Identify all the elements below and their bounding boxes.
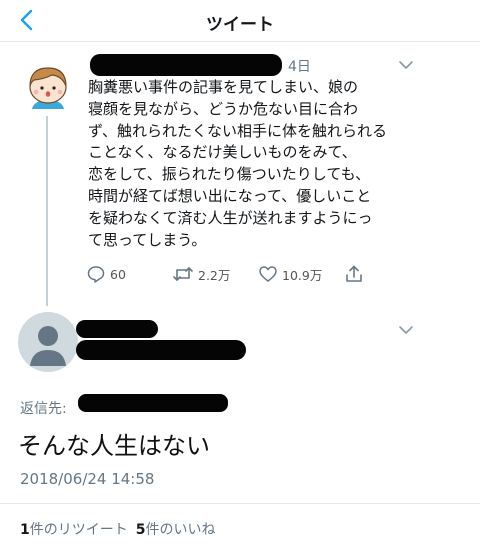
like-count: 10.9万 [282, 267, 323, 283]
reply-text: そんな人生はない [18, 432, 210, 460]
like-stat-label: 件のいいね [145, 522, 216, 538]
like-stat-count: 5 [135, 522, 146, 538]
reply-count: 60 [110, 266, 126, 282]
chevron-down-icon[interactable] [398, 325, 414, 335]
redacted-replier-name [76, 320, 158, 338]
divider [0, 503, 480, 504]
default-profile-icon [30, 326, 66, 366]
reply-icon [87, 266, 105, 283]
retweets-stat-link[interactable]: 1件のリツイート [20, 522, 128, 538]
thread-connector-line [46, 116, 48, 306]
redacted-replier-handle [76, 340, 246, 360]
retweet-button[interactable]: 2.2万 [172, 264, 230, 284]
reply-button[interactable]: 60 [86, 264, 126, 284]
tweet-time: 4日 [288, 59, 311, 75]
retweet-icon [173, 267, 193, 281]
share-icon [346, 265, 362, 282]
reply-timestamp: 2018/06/24 14:58 [20, 470, 155, 488]
like-button[interactable]: 10.9万 [258, 264, 322, 284]
reply-to-label: 返信先: [20, 401, 67, 417]
replier-avatar[interactable] [18, 312, 78, 372]
page-title: ツイート [206, 15, 274, 35]
redacted-author-name [90, 54, 282, 76]
redacted-reply-to-handle [78, 394, 228, 412]
share-button[interactable] [344, 264, 364, 284]
heart-icon [259, 266, 277, 282]
retweet-count: 2.2万 [198, 267, 231, 283]
likes-stat-link[interactable]: 5件のいいね [136, 522, 216, 538]
retweet-stat-label: 件のリツイート [29, 522, 128, 538]
retweet-stat-count: 1 [20, 522, 30, 538]
engagement-stats: 1件のリツイート 5件のいいね [20, 519, 216, 539]
author-avatar[interactable] [22, 62, 74, 114]
tweet-text: 胸糞悪い事件の記事を見てしまい、娘の 寝顔を見ながら、どうか危ない目に合わ ず、… [88, 78, 387, 249]
chevron-down-icon[interactable] [398, 60, 414, 70]
navigation-bar: ツイート [0, 0, 480, 42]
